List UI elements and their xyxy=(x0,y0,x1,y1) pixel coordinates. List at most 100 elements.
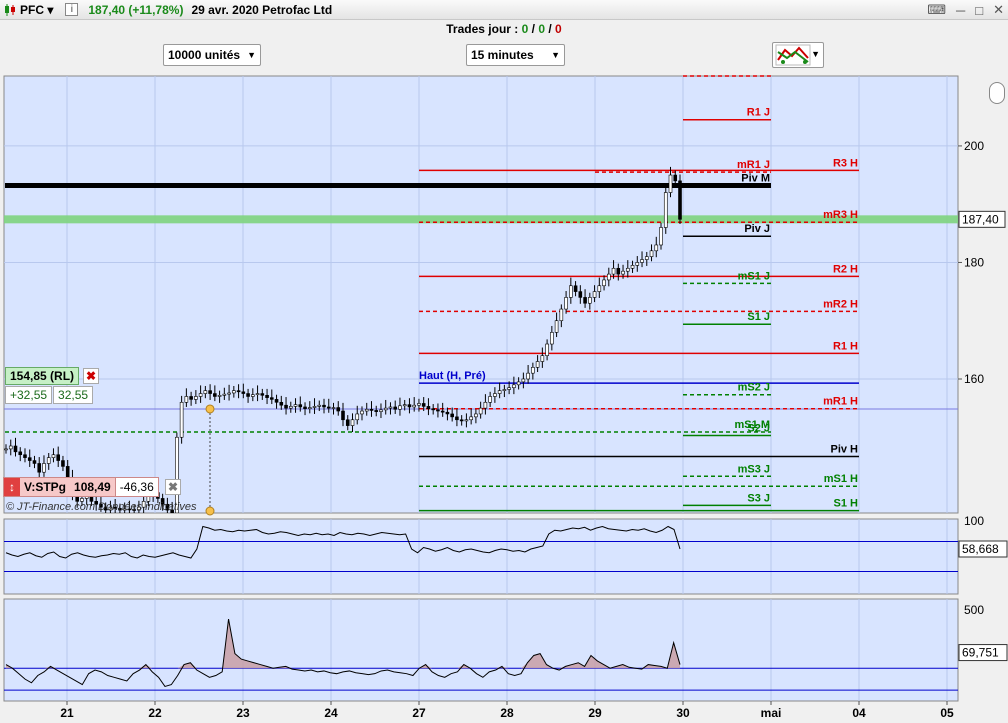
candle-body xyxy=(554,320,559,333)
candle-body xyxy=(640,259,644,263)
candle-body xyxy=(265,395,269,398)
candle-body xyxy=(450,413,454,418)
y-tick-label: 200 xyxy=(964,139,984,153)
candle-body xyxy=(398,405,402,410)
candle-body xyxy=(27,457,32,461)
candle-body xyxy=(412,404,416,408)
candle-body xyxy=(493,393,497,397)
x-tick-label: 05 xyxy=(940,706,954,720)
candle-body xyxy=(298,404,303,408)
candle-body xyxy=(635,262,640,266)
candle-body xyxy=(279,401,284,406)
info-icon[interactable]: i xyxy=(65,3,79,16)
rl-price-label[interactable]: 154,85 (RL) xyxy=(5,367,80,385)
keyboard-icon[interactable]: ⌨ xyxy=(927,2,946,18)
rl-close-icon[interactable]: ✖ xyxy=(83,368,99,384)
candle-body xyxy=(540,355,545,362)
candle-body xyxy=(32,460,37,464)
trades-value-2: 0 xyxy=(538,22,546,36)
candle-body xyxy=(345,419,350,426)
candle-body xyxy=(355,413,360,421)
candle-body xyxy=(379,409,383,412)
candle-body xyxy=(270,397,274,400)
candle-body xyxy=(564,297,568,310)
close-icon[interactable]: ✕ xyxy=(993,2,1004,18)
quantity-select[interactable]: 10000 unités ▼ xyxy=(163,44,261,66)
stpg-value-2: -46,36 xyxy=(114,478,158,496)
candle-body xyxy=(341,410,345,421)
candle-body xyxy=(421,403,426,407)
candle-body xyxy=(274,399,279,403)
x-tick-label: 21 xyxy=(60,706,74,720)
pivot-level-label: S2 J xyxy=(747,423,770,435)
candle-body xyxy=(194,396,198,400)
candle-body xyxy=(241,391,246,394)
candle-body xyxy=(23,454,27,458)
candle-body xyxy=(288,406,293,409)
trades-value-3: 0 xyxy=(555,22,562,36)
timeframe-select[interactable]: 15 minutes ▼ xyxy=(466,44,565,66)
symbol-label: PFC xyxy=(20,2,44,17)
chevron-down-icon: ▼ xyxy=(551,50,560,60)
rl-anchor-point-2 xyxy=(205,506,215,516)
candle-body xyxy=(4,448,8,451)
candle-body xyxy=(37,463,42,473)
date-name-label: 29 avr. 2020 Petrofac Ltd xyxy=(191,2,333,17)
candle-body xyxy=(611,267,616,275)
pivot-level-label: mR2 H xyxy=(823,298,858,310)
candle-body xyxy=(621,270,625,275)
candle-body xyxy=(393,406,398,410)
osc2-tick-label: 500 xyxy=(964,603,984,617)
symbol-dropdown[interactable]: PFC ▾ xyxy=(20,3,53,17)
candle-body xyxy=(678,180,682,220)
candle-body xyxy=(483,401,488,409)
candle-body xyxy=(630,265,635,269)
candle-body xyxy=(550,332,554,345)
candle-body xyxy=(217,395,222,397)
osc2-last-label: 69,751 xyxy=(962,646,999,660)
candle-body xyxy=(625,267,630,272)
candle-body xyxy=(573,285,578,292)
candle-body xyxy=(649,250,654,257)
minimize-icon[interactable]: ─ xyxy=(956,3,965,18)
title-bar: PFC ▾ i 187,40 (+11,78%) 29 avr. 2020 Pe… xyxy=(0,0,1008,20)
candle-body xyxy=(364,408,369,412)
price-chart[interactable]: 21 22 23 24 27 28 29 30 mai 04 05 160 180 200 187,40 R1… xyxy=(0,72,1008,723)
stpg-panel[interactable]: ↕ V:STPg 108,49 -46,36 xyxy=(3,477,159,497)
rl-values: +32,55 32,55 xyxy=(5,386,94,404)
candle-body xyxy=(478,407,483,415)
maximize-icon[interactable]: □ xyxy=(975,3,983,18)
x-tick-label: 30 xyxy=(676,706,690,720)
pivot-level-label: R2 H xyxy=(833,263,858,275)
plot-panel-1 xyxy=(3,75,959,514)
copyright-label: © JT-Finance.com Données indicatives xyxy=(6,501,197,513)
stpg-value-1: 108,49 xyxy=(74,480,111,494)
pivot-level-label: mS1 H xyxy=(824,473,858,485)
candle-body xyxy=(535,361,540,368)
candlestick-icon xyxy=(5,3,15,16)
stpg-close-icon[interactable]: ✖ xyxy=(165,479,181,495)
pivot-level-label: mS3 J xyxy=(738,463,770,475)
candle-body xyxy=(369,408,374,411)
candle-body xyxy=(559,308,564,322)
candle-body xyxy=(417,403,421,406)
candle-body xyxy=(673,174,678,182)
candle-body xyxy=(597,285,602,292)
indicator-tools-button[interactable]: ▼ xyxy=(772,42,824,68)
candle-body xyxy=(512,384,516,389)
x-tick-label: 24 xyxy=(324,706,338,720)
candle-body xyxy=(531,367,535,374)
candle-body xyxy=(383,407,388,411)
pivot-level-label: mS1 J xyxy=(738,270,770,282)
pivot-level-label: mR1 J xyxy=(737,159,770,171)
candle-body xyxy=(284,404,288,409)
x-tick-label: 04 xyxy=(852,706,866,720)
candle-body xyxy=(251,394,255,397)
candle-body xyxy=(578,291,583,298)
candle-body xyxy=(569,285,573,298)
candle-body xyxy=(293,404,298,407)
pivot-level-label: S1 J xyxy=(747,311,770,323)
pivot-level-label: mR3 H xyxy=(823,209,858,221)
candle-body xyxy=(663,192,668,228)
candle-body xyxy=(474,413,478,418)
